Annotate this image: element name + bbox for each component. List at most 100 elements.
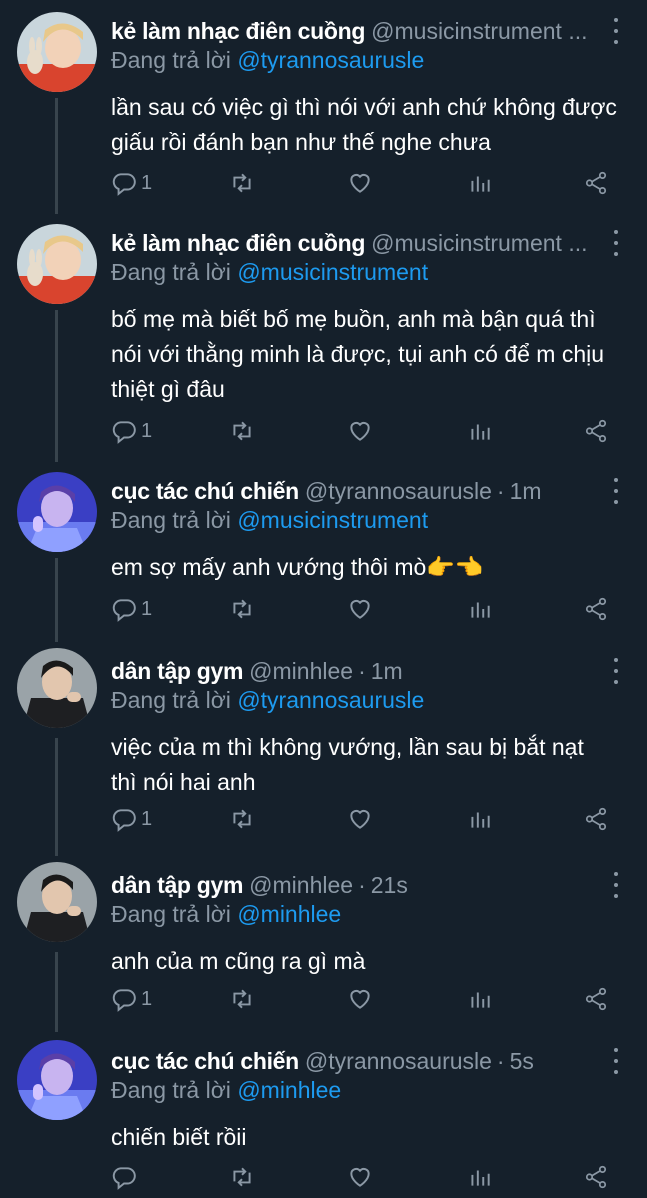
display-name[interactable]: cục tác chú chiến: [111, 476, 299, 506]
mention-link[interactable]: @tyrannosaurusle: [237, 687, 424, 713]
mention-link[interactable]: @musicinstrument: [237, 507, 428, 533]
retweet-icon: [233, 173, 251, 193]
bar-chart-icon: [471, 992, 490, 1008]
reply-count: 1: [141, 597, 153, 620]
action-bar: 1: [111, 596, 647, 626]
replying-to-label: Đang trả lời: [111, 687, 231, 713]
avatar[interactable]: [17, 224, 97, 304]
share-icon: [585, 419, 607, 443]
share-button[interactable]: [583, 986, 609, 1012]
action-bar: 1: [111, 806, 647, 836]
share-button[interactable]: [583, 418, 609, 444]
tweet-text-line: thiệt gì đâu: [111, 376, 225, 402]
display-name[interactable]: dân tập gym: [111, 870, 243, 900]
thread-line: [55, 98, 58, 214]
more-icon[interactable]: [609, 478, 623, 504]
avatar[interactable]: [17, 472, 97, 552]
more-icon[interactable]: [609, 1048, 623, 1074]
avatar[interactable]: [17, 12, 97, 92]
share-button[interactable]: [583, 596, 609, 622]
mention-link[interactable]: @musicinstrument: [237, 259, 428, 285]
display-name[interactable]: kẻ làm nhạc điên cuồng: [111, 16, 365, 46]
mention-link[interactable]: @tyrannosaurusle: [237, 47, 424, 73]
heart-icon: [350, 599, 370, 619]
purple-boy-avatar-icon: [17, 1040, 97, 1120]
share-button[interactable]: [583, 170, 609, 196]
tweet-content: dân tập gym @minhlee · 1m Đang trả lời @…: [111, 640, 631, 800]
retweet-icon: [233, 1167, 251, 1187]
user-handle[interactable]: @minhlee: [249, 656, 353, 686]
retweet-button[interactable]: [229, 418, 255, 444]
like-button[interactable]: [347, 1164, 373, 1190]
tweet-content: cục tác chú chiến @tyrannosaurusle · 1m …: [111, 460, 631, 585]
action-bar: [111, 1164, 647, 1194]
tweet-text: bố mẹ mà biết bố mẹ buồn, anh mà bận quá…: [111, 302, 631, 407]
display-name[interactable]: dân tập gym: [111, 656, 243, 686]
like-button[interactable]: [347, 806, 373, 832]
dark-man-avatar-icon: [17, 648, 97, 728]
avatar[interactable]: [17, 1040, 97, 1120]
views-button[interactable]: [467, 170, 493, 196]
tweet-text-line: nói với thằng minh là được, tụi anh có đ…: [111, 341, 605, 367]
reply-icon: [112, 1167, 136, 1190]
user-handle[interactable]: @musicinstrument ...: [371, 16, 587, 46]
share-icon: [585, 807, 607, 831]
display-name[interactable]: cục tác chú chiến: [111, 1046, 299, 1076]
like-button[interactable]: [347, 596, 373, 622]
reply-button[interactable]: 1: [111, 418, 152, 444]
avatar[interactable]: [17, 862, 97, 942]
display-name[interactable]: kẻ làm nhạc điên cuồng: [111, 228, 365, 258]
timestamp[interactable]: 1m: [371, 656, 403, 686]
mention-link[interactable]: @minhlee: [237, 901, 341, 927]
tweet-text-line: chiến biết rồii: [111, 1124, 247, 1150]
bar-chart-icon: [471, 602, 490, 618]
timestamp[interactable]: 1m: [510, 476, 542, 506]
more-icon[interactable]: [609, 18, 623, 44]
action-bar: 1: [111, 418, 647, 448]
retweet-button[interactable]: [229, 806, 255, 832]
views-button[interactable]: [467, 418, 493, 444]
timestamp[interactable]: 5s: [510, 1046, 534, 1076]
timestamp[interactable]: 21s: [371, 870, 408, 900]
reply-button[interactable]: [111, 1164, 141, 1190]
user-handle[interactable]: @tyrannosaurusle: [305, 1046, 492, 1076]
reply-button[interactable]: 1: [111, 170, 152, 196]
views-button[interactable]: [467, 986, 493, 1012]
avatar[interactable]: [17, 648, 97, 728]
tweet-text-line: giấu rồi đánh bạn như thế nghe chưa: [111, 129, 491, 155]
views-button[interactable]: [467, 596, 493, 622]
reply-button[interactable]: 1: [111, 806, 152, 832]
thread-line: [55, 558, 58, 642]
more-icon[interactable]: [609, 872, 623, 898]
retweet-button[interactable]: [229, 986, 255, 1012]
share-button[interactable]: [583, 806, 609, 832]
more-icon[interactable]: [609, 230, 623, 256]
user-handle[interactable]: @musicinstrument ...: [371, 228, 587, 258]
more-icon[interactable]: [609, 658, 623, 684]
share-button[interactable]: [583, 1164, 609, 1190]
retweet-button[interactable]: [229, 596, 255, 622]
tweet-header: kẻ làm nhạc điên cuồng @musicinstrument …: [111, 16, 631, 46]
reply-button[interactable]: 1: [111, 596, 152, 622]
purple-boy-avatar-icon: [17, 472, 97, 552]
tweet-content: kẻ làm nhạc điên cuồng @musicinstrument …: [111, 0, 631, 160]
retweet-button[interactable]: [229, 170, 255, 196]
reply-button[interactable]: 1: [111, 986, 152, 1012]
thread-line: [55, 738, 58, 856]
retweet-icon: [233, 421, 251, 441]
views-button[interactable]: [467, 1164, 493, 1190]
reply-icon: [112, 173, 136, 196]
views-button[interactable]: [467, 806, 493, 832]
blond-boy-avatar-icon: [17, 224, 97, 304]
replying-to-label: Đang trả lời: [111, 259, 231, 285]
action-bar: 1: [111, 170, 647, 200]
user-handle[interactable]: @tyrannosaurusle: [305, 476, 492, 506]
like-button[interactable]: [347, 986, 373, 1012]
retweet-button[interactable]: [229, 1164, 255, 1190]
user-handle[interactable]: @minhlee: [249, 870, 353, 900]
tweet-text-line: việc của m thì không vướng, lần sau bị b…: [111, 734, 584, 760]
mention-link[interactable]: @minhlee: [237, 1077, 341, 1103]
like-button[interactable]: [347, 170, 373, 196]
like-button[interactable]: [347, 418, 373, 444]
tweet-text: anh của m cũng ra gì mà: [111, 944, 631, 979]
